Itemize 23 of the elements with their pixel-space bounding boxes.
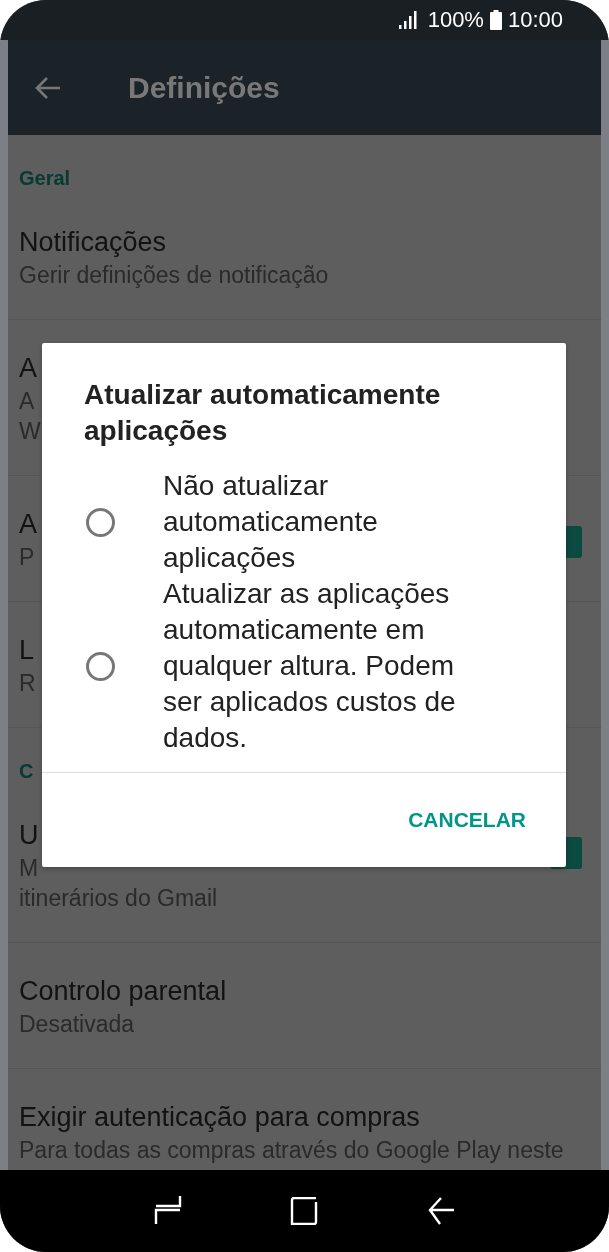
screen-title: Definições	[128, 70, 280, 105]
section-header: C	[19, 760, 34, 784]
setting-title[interactable]: A	[19, 506, 37, 542]
signal-icon	[397, 11, 418, 29]
home-icon[interactable]	[290, 1197, 319, 1225]
option-label[interactable]: Não atualizar automaticamente aplicações	[163, 468, 499, 576]
clock: 10:00	[507, 7, 563, 33]
battery-percent: 100%	[427, 7, 484, 33]
radio-button[interactable]	[86, 507, 115, 537]
recents-icon[interactable]	[154, 1196, 183, 1226]
cancel-button[interactable]: CANCELAR	[398, 800, 536, 840]
setting-title[interactable]: Exigir autenticação para compras	[19, 1099, 420, 1135]
setting-title[interactable]: Notificações	[19, 224, 167, 260]
back-icon[interactable]	[426, 1196, 455, 1226]
setting-title[interactable]: Controlo parental	[19, 973, 227, 1009]
setting-title[interactable]: A	[19, 350, 37, 386]
option-label[interactable]: Atualizar as aplicações automaticamente em qualquer altura. Podem ser aplicados custos de dados.	[163, 576, 499, 756]
radio-button[interactable]	[86, 651, 115, 681]
section-header: Geral	[19, 167, 71, 191]
setting-title[interactable]: U	[19, 817, 39, 853]
dialog-title: Atualizar automaticamente aplicações	[83, 378, 442, 448]
setting-title[interactable]: L	[19, 632, 35, 668]
battery-icon	[489, 10, 502, 30]
